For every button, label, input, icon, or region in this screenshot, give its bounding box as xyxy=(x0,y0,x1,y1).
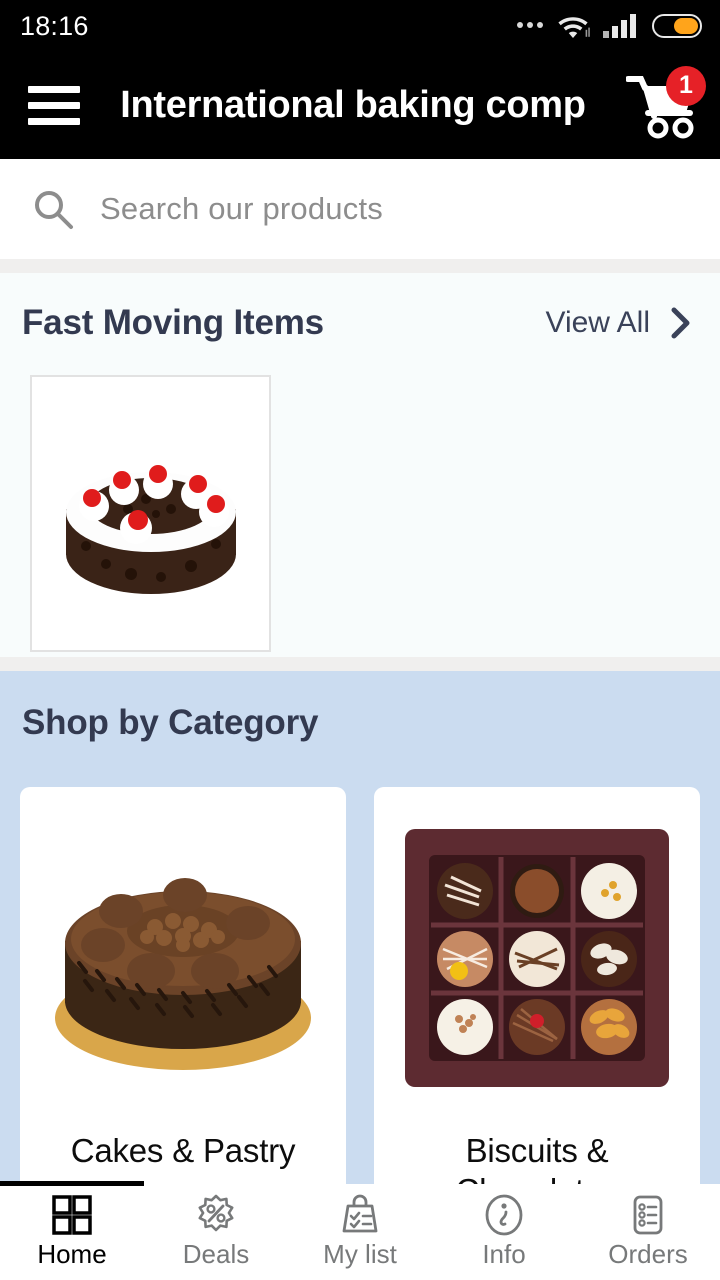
wifi-icon xyxy=(558,17,590,38)
category-grid: Cakes & Pastry Biscuits & xyxy=(0,743,720,1217)
chevron-right-icon xyxy=(671,307,690,339)
status-bar: 18:16 xyxy=(0,0,720,52)
nav-label: Home xyxy=(37,1239,107,1269)
nav-item-home[interactable]: Home xyxy=(0,1181,144,1280)
cart-button[interactable]: 1 xyxy=(625,65,706,146)
nav-item-info[interactable]: Info xyxy=(432,1185,576,1280)
bottom-navigation-bar: Home Deals My list Info Orders xyxy=(0,1181,720,1280)
info-circle-icon xyxy=(485,1194,523,1236)
app-bar: International baking comp 1 xyxy=(0,52,720,159)
shopping-bag-checklist-icon xyxy=(342,1194,378,1233)
fast-moving-header: Fast Moving Items View All xyxy=(0,295,720,351)
nav-label: My list xyxy=(323,1239,397,1269)
active-tab-indicator xyxy=(0,1181,144,1186)
fast-moving-section: Fast Moving Items View All xyxy=(0,273,720,657)
battery-icon xyxy=(652,14,702,38)
category-label: Cakes & Pastry xyxy=(70,1132,296,1169)
section-divider-2 xyxy=(0,657,720,671)
view-all-label: View All xyxy=(545,306,650,339)
hamburger-menu-icon[interactable] xyxy=(28,84,84,128)
order-list-icon xyxy=(633,1195,663,1235)
grid-icon xyxy=(52,1195,92,1235)
search-icon xyxy=(35,191,73,229)
section-divider xyxy=(0,259,720,273)
page-title: International baking comp xyxy=(120,84,586,126)
nav-item-orders[interactable]: Orders xyxy=(576,1185,720,1280)
fast-moving-list[interactable] xyxy=(0,351,720,652)
cellular-signal-icon xyxy=(603,14,636,38)
fast-moving-view-all-button[interactable]: View All xyxy=(545,306,694,340)
search-placeholder: Search our products xyxy=(100,191,383,226)
nav-item-my-list[interactable]: My list xyxy=(288,1185,432,1280)
search-input[interactable]: Search our products xyxy=(0,159,720,259)
more-dots-icon xyxy=(517,22,543,30)
chocolate-box-image xyxy=(374,813,700,1103)
nav-label: Info xyxy=(482,1239,526,1269)
status-icon-group xyxy=(517,13,702,39)
fast-moving-item-card[interactable] xyxy=(30,375,271,652)
nav-label: Deals xyxy=(182,1239,250,1269)
chocolate-cake-image xyxy=(20,813,346,1103)
category-card-biscuits-chocolates[interactable]: Biscuits & Chocolates xyxy=(374,787,700,1217)
discount-badge-icon xyxy=(198,1194,234,1232)
black-forest-cake-image xyxy=(65,464,236,594)
app-screen: 18:16 International baking comp 1 Search… xyxy=(0,0,720,1280)
cart-badge: 1 xyxy=(666,65,706,106)
shop-by-category-title: Shop by Category xyxy=(22,703,319,742)
nav-item-deals[interactable]: Deals xyxy=(144,1185,288,1280)
status-time: 18:16 xyxy=(20,10,89,41)
category-card-cakes-pastry[interactable]: Cakes & Pastry xyxy=(20,787,346,1217)
nav-label: Orders xyxy=(608,1239,688,1269)
fast-moving-title: Fast Moving Items xyxy=(22,303,324,342)
